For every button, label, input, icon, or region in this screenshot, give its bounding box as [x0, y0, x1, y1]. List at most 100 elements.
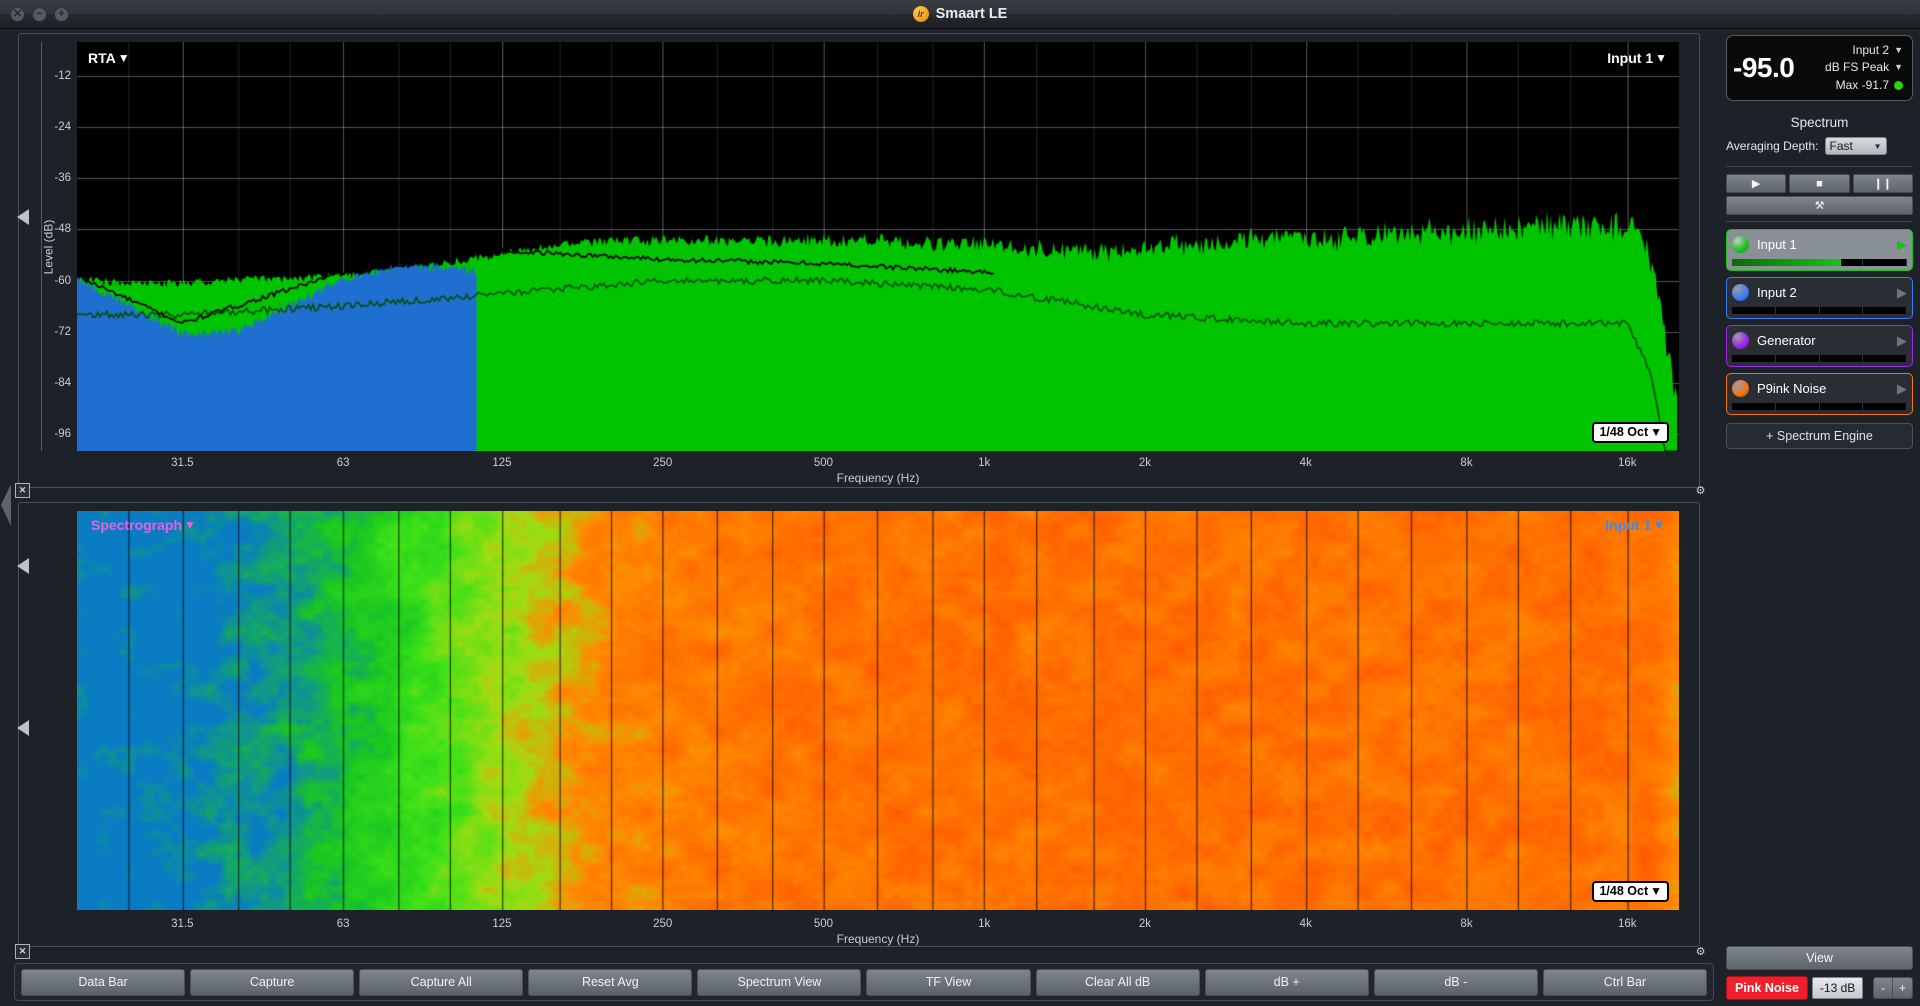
rta-x-axis: Frequency (Hz) 31.5631252505001k2k4k8k16…: [77, 454, 1679, 484]
channel-play-icon[interactable]: ▶: [1897, 382, 1907, 395]
toolbar-button-capture-all[interactable]: Capture All: [359, 969, 523, 996]
spectrograph-plot[interactable]: Spectrograph ▼ Input 1 ▼ 1/48 Oct ▼: [77, 511, 1679, 910]
meter-source-selector[interactable]: Input 2 ▼: [1825, 42, 1903, 59]
play-button[interactable]: ▶: [1726, 174, 1786, 193]
pink-noise-button[interactable]: Pink Noise: [1726, 976, 1808, 1000]
channel-level-bar: [1732, 355, 1907, 362]
channel-level-fill: [1732, 259, 1841, 266]
spectrograph-x-tick: 500: [814, 918, 833, 930]
toolbar-button-capture[interactable]: Capture: [190, 969, 354, 996]
spectrograph-octave-label: 1/48 Oct: [1599, 884, 1648, 898]
maximize-icon[interactable]: +: [54, 7, 69, 22]
rta-x-axis-label: Frequency (Hz): [77, 471, 1679, 485]
averaging-depth-row: Averaging Depth: Fast ▼: [1726, 137, 1913, 155]
channel-play-icon[interactable]: ▶: [1897, 286, 1907, 299]
minimize-icon[interactable]: −: [32, 7, 47, 22]
chevron-down-icon: ▼: [1894, 61, 1903, 74]
channel-color-dot: [1732, 380, 1749, 397]
averaging-depth-label: Averaging Depth:: [1726, 139, 1819, 153]
rta-y-tick: -96: [54, 428, 71, 440]
spectrograph-settings-gear-icon[interactable]: ⚙: [1693, 944, 1708, 959]
channel-name: Input 2: [1757, 285, 1889, 300]
rta-y-tick: -60: [54, 275, 71, 287]
rta-octave-label: 1/48 Oct: [1599, 425, 1648, 439]
rta-source-selector[interactable]: Input 1 ▼: [1607, 50, 1667, 66]
channel-level-bar: [1732, 259, 1907, 266]
channel-play-icon[interactable]: ▶: [1897, 334, 1907, 347]
meter-value: -95.0: [1733, 52, 1794, 84]
spectrograph-type-selector[interactable]: Spectrograph ▼: [91, 517, 196, 533]
rta-octave-badge[interactable]: 1/48 Oct ▼: [1592, 422, 1669, 443]
channel-level-bar: [1732, 307, 1907, 314]
close-icon[interactable]: ✕: [10, 7, 25, 22]
add-spectrum-engine-button[interactable]: + Spectrum Engine: [1726, 423, 1913, 449]
rta-settings-gear-icon[interactable]: ⚙: [1693, 483, 1708, 498]
spectrograph-source-label: Input 1: [1605, 517, 1651, 533]
channel-name: Input 1: [1757, 237, 1889, 252]
meter-unit-label: dB FS Peak: [1825, 59, 1889, 76]
channel-play-icon[interactable]: ▶: [1897, 238, 1907, 251]
pause-button[interactable]: ❙❙: [1853, 174, 1913, 193]
spectrograph-x-tick: 8k: [1460, 918, 1472, 930]
tools-button[interactable]: ⚒: [1726, 196, 1913, 215]
channel-name: P9ink Noise: [1757, 381, 1889, 396]
rta-x-tick: 4k: [1300, 457, 1312, 469]
toolbar-button-data-bar[interactable]: Data Bar: [21, 969, 185, 996]
toolbar-button-db[interactable]: dB -: [1374, 969, 1538, 996]
rta-x-tick: 500: [814, 457, 833, 469]
spectrograph-octave-badge[interactable]: 1/48 Oct ▼: [1592, 881, 1669, 902]
rta-type-selector[interactable]: RTA ▼: [88, 50, 130, 66]
chevron-down-icon: ▼: [184, 519, 196, 531]
rta-plot[interactable]: RTA ▼ Input 1 ▼ 1/48 Oct ▼: [77, 42, 1679, 451]
channel-row-4[interactable]: P9ink Noise ▶: [1726, 373, 1913, 415]
rta-y-tick: -36: [54, 172, 71, 184]
spectrograph-source-selector[interactable]: Input 1 ▼: [1605, 517, 1665, 533]
bottom-toolbar: Data BarCaptureCapture AllReset AvgSpect…: [14, 963, 1714, 1001]
averaging-depth-value: Fast: [1830, 139, 1853, 153]
rta-x-tick: 2k: [1139, 457, 1151, 469]
meter-max-row: Max -91.7: [1825, 77, 1903, 94]
generator-level-decrement-button[interactable]: -: [1873, 977, 1893, 999]
channel-list: Input 1▶Input 2▶Generator▶P9ink Noise▶: [1726, 229, 1913, 421]
toolbar-button-clear-all-db[interactable]: Clear All dB: [1036, 969, 1200, 996]
chevron-down-icon: ▼: [1894, 44, 1903, 57]
rta-x-tick: 1k: [978, 457, 990, 469]
rta-source-label: Input 1: [1607, 50, 1653, 66]
chevron-down-icon: ▼: [1650, 426, 1662, 438]
spectrograph-cursor-handle-top[interactable]: [17, 558, 29, 574]
toolbar-button-reset-avg[interactable]: Reset Avg: [528, 969, 692, 996]
channel-row-3[interactable]: Generator▶: [1726, 325, 1913, 367]
sidebar-spacer: [1726, 449, 1913, 946]
rta-y-tick: -48: [54, 223, 71, 235]
app-title: lr Smaart LE: [0, 6, 1920, 22]
rta-x-tick: 8k: [1460, 457, 1472, 469]
toolbar-button-spectrum-view[interactable]: Spectrum View: [697, 969, 861, 996]
meter-max-label: Max -91.7: [1836, 77, 1889, 94]
view-button[interactable]: View: [1726, 946, 1913, 970]
toolbar-button-db[interactable]: dB +: [1205, 969, 1369, 996]
spectrograph-x-tick: 250: [653, 918, 672, 930]
averaging-depth-select[interactable]: Fast ▼: [1825, 137, 1887, 155]
spectrograph-x-tick: 2k: [1139, 918, 1151, 930]
generator-row: Pink Noise -13 dB - +: [1726, 976, 1913, 1006]
toolbar-button-ctrl-bar[interactable]: Ctrl Bar: [1543, 969, 1707, 996]
meter-unit-selector[interactable]: dB FS Peak ▼: [1825, 59, 1903, 76]
spectrograph-x-axis-label: Frequency (Hz): [77, 932, 1679, 946]
level-meter: -95.0 Input 2 ▼ dB FS Peak ▼ Max -91.7: [1726, 35, 1913, 101]
rta-close-pane-icon[interactable]: ✕: [15, 483, 30, 498]
channel-row-2[interactable]: Input 2 ▶: [1726, 277, 1913, 319]
chevron-down-icon: ▼: [1650, 885, 1662, 897]
channel-row-1[interactable]: Input 1 ▶: [1726, 229, 1913, 271]
spectrograph-close-pane-icon[interactable]: ✕: [15, 944, 30, 959]
stop-button[interactable]: ■: [1789, 174, 1849, 193]
toolbar-button-tf-view[interactable]: TF View: [866, 969, 1030, 996]
transport-controls: ▶■❙❙: [1726, 174, 1913, 193]
signal-status-indicator: [1894, 81, 1903, 90]
rta-x-tick: 125: [492, 457, 511, 469]
rta-y-axis-label: Level (dB): [41, 219, 55, 274]
chevron-down-icon: ▼: [1874, 142, 1882, 151]
spectrograph-cursor-handle-bottom[interactable]: [17, 720, 29, 736]
generator-level-increment-button[interactable]: +: [1893, 977, 1913, 999]
generator-level-field[interactable]: -13 dB: [1812, 977, 1863, 999]
rta-y-tick: -84: [54, 377, 71, 389]
